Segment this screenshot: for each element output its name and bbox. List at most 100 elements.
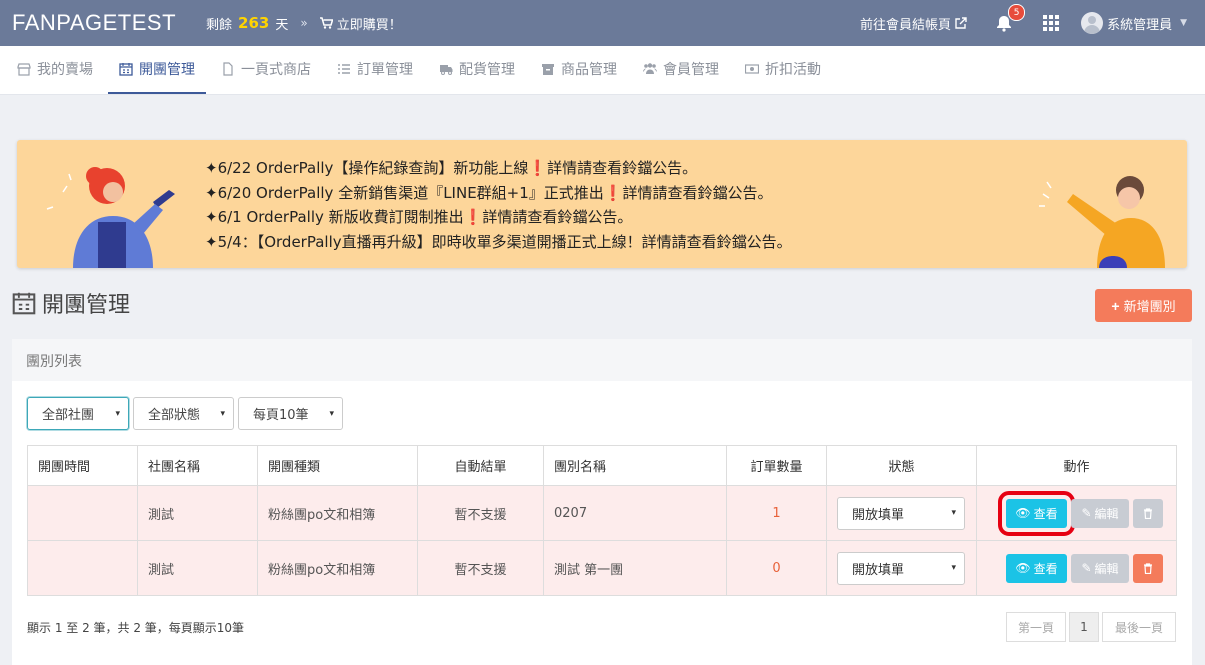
cell-order-count[interactable]: 1 — [726, 485, 827, 541]
edit-button[interactable]: ✎ 編輯 — [1071, 553, 1129, 583]
view-button[interactable]: 👁 查看 — [1006, 553, 1067, 583]
cell-name: 0207 — [543, 485, 727, 541]
remain-prefix: 剩餘 — [206, 17, 233, 33]
first-page-button[interactable]: 第一頁 — [1006, 612, 1066, 642]
announcement-line: ✦6/20 OrderPally 全新銷售渠道『LINE群組+1』正式推出❗詳情… — [205, 183, 773, 202]
column-header[interactable]: 自動結單 — [417, 445, 544, 486]
file-icon — [223, 62, 233, 76]
column-header[interactable]: 開團種類 — [257, 445, 418, 486]
page-size-select[interactable]: 每頁10筆 ▾ — [238, 397, 343, 430]
select-value: 全部社團 — [42, 408, 95, 423]
nav-item-distribution[interactable]: 配貨管理 — [428, 46, 526, 94]
delete-button[interactable] — [1133, 553, 1163, 583]
cell-time — [27, 540, 138, 596]
column-header[interactable]: 社團名稱 — [137, 445, 258, 486]
announcement-line: ✦5/4：【OrderPally直播再升級】即時收單多渠道開播正式上線！詳情請查… — [205, 232, 792, 251]
filters: 全部社團 ▾ 全部狀態 ▾ 每頁10筆 ▾ — [27, 397, 343, 430]
nav-item-discounts[interactable]: 折扣活動 — [734, 46, 832, 94]
view-button[interactable]: 👁 查看 — [998, 490, 1075, 536]
nav-item-products[interactable]: 商品管理 — [530, 46, 628, 94]
nav-label: 開團管理 — [139, 62, 195, 78]
status-select[interactable]: 開放填單 ▾ — [837, 551, 965, 585]
status-filter-select[interactable]: 全部狀態 ▾ — [133, 397, 234, 430]
nav-label: 會員管理 — [663, 62, 719, 78]
cell-group: 測試 — [137, 540, 258, 596]
table-header: 開團時間 社團名稱 開團種類 自動結單 團別名稱 訂單數量 狀態 動作 — [27, 445, 1177, 486]
girl-illustration — [46, 167, 175, 268]
nav-label: 一頁式商店 — [241, 62, 311, 78]
add-group-label: 新增團別 — [1123, 299, 1176, 314]
user-menu[interactable]: 系統管理員 ▼ — [1081, 12, 1187, 34]
nav-item-group-management[interactable]: 開團管理 — [108, 46, 206, 94]
calendar-icon — [119, 63, 133, 76]
column-header: 動作 — [976, 445, 1177, 486]
cell-type: 粉絲團po文和相簿 — [257, 540, 418, 596]
eye-icon: 👁 — [1015, 561, 1031, 575]
nav-item-store[interactable]: 我的賣場 — [6, 46, 104, 94]
lady-illustration — [1039, 176, 1165, 268]
cell-status: 開放填單 ▾ — [826, 485, 977, 541]
delete-button[interactable] — [1133, 498, 1163, 528]
notification-bell[interactable]: 5 — [995, 4, 1026, 32]
chevron-down-icon: ▾ — [951, 563, 956, 573]
cell-auto-close: 暫不支援 — [417, 540, 544, 596]
cell-group: 測試 — [137, 485, 258, 541]
store-icon — [17, 63, 31, 76]
cell-order-count[interactable]: 0 — [726, 540, 827, 596]
status-select[interactable]: 開放填單 ▾ — [837, 496, 965, 530]
nav-label: 商品管理 — [561, 62, 617, 78]
select-value: 全部狀態 — [148, 408, 201, 423]
add-group-button[interactable]: + 新增團別 — [1095, 289, 1192, 322]
chevron-down-icon: ▾ — [951, 508, 956, 518]
pencil-icon: ✎ — [1081, 506, 1092, 520]
separator-icon: » — [300, 16, 308, 30]
club-filter-select[interactable]: 全部社團 ▾ — [27, 397, 129, 430]
column-header[interactable]: 開團時間 — [27, 445, 138, 486]
nav-label: 我的賣場 — [37, 62, 93, 78]
notification-badge: 5 — [1008, 4, 1026, 21]
table-row: 測試 粉絲團po文和相簿 暫不支援 0207 1 開放填單 ▾ 👁 查看 ✎ 編… — [27, 485, 1177, 541]
remaining-days: 剩餘 263 天 » — [206, 14, 308, 33]
money-icon — [745, 64, 759, 74]
edit-button[interactable]: ✎ 編輯 — [1071, 498, 1129, 528]
calendar-icon — [12, 292, 36, 315]
buy-now-label: 立即購買！ — [336, 17, 402, 33]
select-value: 開放填單 — [852, 562, 905, 578]
nav-item-orders[interactable]: 訂單管理 — [326, 46, 424, 94]
column-header[interactable]: 訂單數量 — [726, 445, 827, 486]
checkout-label: 前往會員結帳頁 — [860, 17, 952, 33]
last-page-button[interactable]: 最後一頁 — [1102, 612, 1176, 642]
select-value: 開放填單 — [852, 507, 905, 523]
nav-item-one-page-store[interactable]: 一頁式商店 — [210, 46, 322, 94]
apps-grid-icon[interactable] — [1043, 15, 1060, 31]
pencil-icon: ✎ — [1081, 561, 1092, 575]
nav-label: 折扣活動 — [765, 62, 821, 78]
eye-icon: 👁 — [1015, 506, 1031, 520]
current-page-button[interactable]: 1 — [1069, 612, 1099, 642]
announcement-banner[interactable]: ✦6/22 OrderPally【操作紀錄查詢】新功能上線❗詳情請查看鈴鐺公告。… — [17, 140, 1187, 268]
select-value: 每頁10筆 — [253, 408, 309, 423]
nav-label: 配貨管理 — [459, 62, 515, 78]
group-list-card: 團別列表 全部社團 ▾ 全部狀態 ▾ 每頁10筆 ▾ 開團時間 社團名稱 開團種… — [12, 339, 1192, 665]
edit-label: 編輯 — [1094, 506, 1119, 521]
cell-time — [27, 485, 138, 541]
brand-logo[interactable]: FANPAGETEST — [12, 10, 176, 36]
remain-suffix: 天 — [275, 17, 289, 33]
chevron-down-icon: ▾ — [220, 408, 225, 419]
plus-icon: + — [1111, 297, 1120, 314]
column-header[interactable]: 團別名稱 — [543, 445, 727, 486]
announcement-line: ✦6/22 OrderPally【操作紀錄查詢】新功能上線❗詳情請查看鈴鐺公告。 — [205, 159, 698, 177]
trash-icon — [1144, 562, 1152, 574]
checkout-link[interactable]: 前往會員結帳頁 — [860, 14, 967, 33]
buy-now-link[interactable]: 立即購買！ — [319, 14, 402, 33]
announcement-line: ✦6/1 OrderPally 新版收費訂閱制推出❗詳情請查看鈴鐺公告。 — [205, 208, 633, 226]
top-bar: FANPAGETEST 剩餘 263 天 » 立即購買！ 前往會員結帳頁 5 系… — [0, 0, 1205, 46]
view-label: 查看 — [1033, 506, 1058, 521]
caret-down-icon: ▼ — [1180, 18, 1187, 28]
cell-actions: 👁 查看 ✎ 編輯 — [976, 485, 1177, 541]
cell-actions: 👁 查看 ✎ 編輯 — [976, 540, 1177, 596]
column-header[interactable]: 狀態 — [826, 445, 977, 486]
nav-item-members[interactable]: 會員管理 — [632, 46, 730, 94]
announcement-list: ✦6/22 OrderPally【操作紀錄查詢】新功能上線❗詳情請查看鈴鐺公告。… — [205, 156, 792, 254]
remain-days-value: 263 — [238, 14, 270, 32]
